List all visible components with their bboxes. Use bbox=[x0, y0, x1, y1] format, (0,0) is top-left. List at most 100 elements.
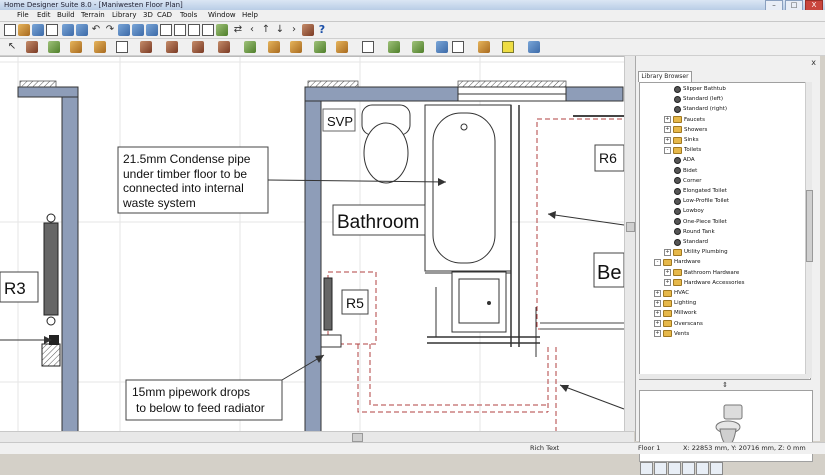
canvas-vertical-scrollbar[interactable] bbox=[624, 56, 635, 431]
text-tool-icon[interactable] bbox=[336, 41, 348, 53]
swap-icon[interactable]: ⇄ bbox=[232, 24, 244, 36]
roof-tool-icon[interactable] bbox=[166, 41, 178, 53]
tree-item[interactable]: Standard (right) bbox=[674, 105, 727, 113]
scroll-thumb[interactable] bbox=[806, 190, 813, 262]
close-icon[interactable]: x bbox=[811, 59, 816, 67]
tree-item[interactable]: + Vents bbox=[654, 330, 689, 338]
electrical-tool-icon[interactable] bbox=[268, 41, 280, 53]
help-icon[interactable]: ? bbox=[316, 24, 328, 36]
menu-terrain[interactable]: Terrain bbox=[81, 10, 105, 21]
expander-icon[interactable]: + bbox=[664, 269, 671, 277]
plant-tool-icon[interactable] bbox=[412, 41, 424, 53]
text-box-icon[interactable] bbox=[502, 41, 514, 53]
grid-icon[interactable] bbox=[188, 24, 200, 36]
expander-icon[interactable]: + bbox=[664, 248, 671, 256]
library-tool-icon[interactable] bbox=[696, 462, 709, 475]
tree-item[interactable]: Standard (left) bbox=[674, 95, 723, 103]
tree-item[interactable]: + Hardware Accessories bbox=[664, 279, 745, 287]
back-icon[interactable]: ‹ bbox=[246, 24, 258, 36]
forward-icon[interactable]: › bbox=[288, 24, 300, 36]
room-tool-icon[interactable] bbox=[48, 41, 60, 53]
menu-window[interactable]: Window bbox=[208, 10, 236, 21]
tree-item[interactable]: + Utility Plumbing bbox=[664, 248, 728, 256]
zoom-icon[interactable] bbox=[118, 24, 130, 36]
expander-icon[interactable]: - bbox=[664, 146, 671, 154]
library-tool-icon[interactable] bbox=[654, 462, 667, 475]
tree-item[interactable]: Low-Profile Toilet bbox=[674, 197, 729, 205]
tree-item[interactable]: + Sinks bbox=[664, 136, 699, 144]
down-icon[interactable]: ↓ bbox=[274, 24, 286, 36]
rotate-tool-icon[interactable] bbox=[436, 41, 448, 53]
zoom-out-icon[interactable] bbox=[146, 24, 158, 36]
tree-item[interactable]: + Faucets bbox=[664, 116, 705, 124]
select-icon[interactable]: ↖ bbox=[6, 41, 18, 53]
fill-window-icon[interactable] bbox=[160, 24, 172, 36]
expander-icon[interactable]: + bbox=[664, 136, 671, 144]
library-tool-icon[interactable] bbox=[682, 462, 695, 475]
tree-item[interactable]: Corner bbox=[674, 177, 702, 185]
up-icon[interactable]: ↑ bbox=[260, 24, 272, 36]
tree-item[interactable]: + Millwork bbox=[654, 309, 697, 317]
library-tool-icon[interactable] bbox=[668, 462, 681, 475]
tab-library-browser[interactable]: Library Browser bbox=[638, 71, 692, 82]
cabinet-tool-icon[interactable] bbox=[70, 41, 82, 53]
cad-line-icon[interactable] bbox=[314, 41, 326, 53]
tree-item[interactable]: ADA bbox=[674, 156, 695, 164]
doc-tool-icon[interactable] bbox=[362, 41, 374, 53]
layer-tool-icon[interactable] bbox=[388, 41, 400, 53]
menu-build[interactable]: Build bbox=[57, 10, 75, 21]
save-icon[interactable] bbox=[32, 24, 44, 36]
tree-item[interactable]: - Hardware bbox=[654, 258, 701, 266]
expander-icon[interactable]: + bbox=[654, 299, 661, 307]
expander-icon[interactable]: + bbox=[664, 279, 671, 287]
tree-item[interactable]: Lowboy bbox=[674, 207, 704, 215]
wall-tool-icon[interactable] bbox=[26, 41, 38, 53]
tree-item[interactable]: + HVAC bbox=[654, 289, 689, 297]
circle-tool-icon[interactable] bbox=[452, 41, 464, 53]
camera-tool-icon[interactable] bbox=[218, 41, 230, 53]
library-tool-icon[interactable] bbox=[640, 462, 653, 475]
expander-icon[interactable]: + bbox=[654, 289, 661, 297]
library-tool-icon[interactable] bbox=[710, 462, 723, 475]
tree-item[interactable]: Standard bbox=[674, 238, 708, 246]
tree-item[interactable]: + Showers bbox=[664, 126, 707, 134]
scroll-thumb[interactable] bbox=[352, 433, 363, 442]
paste-icon[interactable] bbox=[76, 24, 88, 36]
canvas-horizontal-scrollbar[interactable] bbox=[0, 431, 634, 442]
print-icon[interactable] bbox=[46, 24, 58, 36]
pencil-tool-icon[interactable] bbox=[478, 41, 490, 53]
library-tree[interactable]: Slipper Bathtub Standard (left) Standard (… bbox=[639, 82, 811, 380]
expander-icon[interactable]: + bbox=[664, 126, 671, 134]
dimension-tool-icon[interactable] bbox=[290, 41, 302, 53]
menu-cad[interactable]: CAD bbox=[157, 10, 172, 21]
house-tool-icon[interactable] bbox=[192, 41, 204, 53]
scroll-thumb[interactable] bbox=[626, 222, 635, 232]
menu-file[interactable]: File bbox=[17, 10, 29, 21]
terrain-tool-icon[interactable] bbox=[244, 41, 256, 53]
tree-item[interactable]: + Bathroom Hardware bbox=[664, 269, 739, 277]
menu-tools[interactable]: Tools bbox=[180, 10, 197, 21]
menu-3d[interactable]: 3D bbox=[143, 10, 153, 21]
tree-item[interactable]: + Overscans bbox=[654, 320, 703, 328]
zoom-in-icon[interactable] bbox=[132, 24, 144, 36]
expander-icon[interactable]: + bbox=[654, 330, 661, 338]
tree-item[interactable]: Round Tank bbox=[674, 228, 715, 236]
tree-item[interactable]: Bidet bbox=[674, 167, 697, 175]
new-file-icon[interactable] bbox=[4, 24, 16, 36]
panel-splitter[interactable]: ⇕ bbox=[639, 382, 811, 389]
tree-item[interactable]: + Lighting bbox=[654, 299, 696, 307]
plan-canvas[interactable]: R3 SVP R5 R6 Be Bathroom 21.5mm Condense… bbox=[0, 56, 634, 432]
expander-icon[interactable]: + bbox=[664, 116, 671, 124]
open-folder-icon[interactable] bbox=[18, 24, 30, 36]
stairs-tool-icon[interactable] bbox=[140, 41, 152, 53]
expander-icon[interactable]: + bbox=[654, 309, 661, 317]
tree-item[interactable]: One-Piece Toilet bbox=[674, 218, 727, 226]
tree-item[interactable]: Slipper Bathtub bbox=[674, 85, 726, 93]
camera-view-icon[interactable] bbox=[528, 41, 540, 53]
window-icon[interactable] bbox=[174, 24, 186, 36]
window-tool-icon[interactable] bbox=[116, 41, 128, 53]
expander-icon[interactable]: + bbox=[654, 320, 661, 328]
door-tool-icon[interactable] bbox=[94, 41, 106, 53]
library-icon[interactable] bbox=[302, 24, 314, 36]
expander-icon[interactable]: - bbox=[654, 258, 661, 266]
